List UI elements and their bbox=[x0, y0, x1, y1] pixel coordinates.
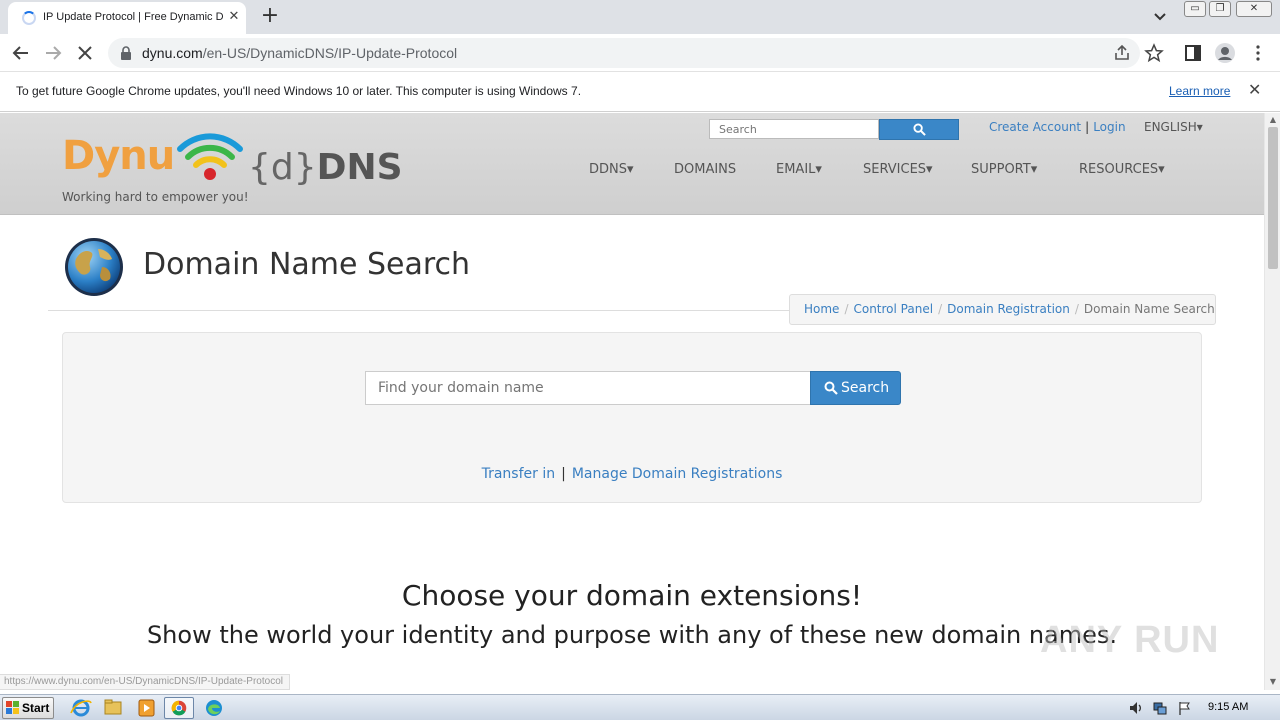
create-account-link[interactable]: Create Account bbox=[989, 120, 1081, 134]
address-bar[interactable]: dynu.com/en-US/DynamicDNS/IP-Update-Prot… bbox=[108, 38, 1140, 68]
globe-icon bbox=[65, 238, 123, 296]
browser-tab-strip: IP Update Protocol | Free Dynamic D ✕ + … bbox=[0, 0, 1280, 34]
domain-search-panel: Search Transfer in | Manage Domain Registr… bbox=[62, 332, 1202, 503]
logo-wordmark[interactable]: Dynu bbox=[62, 133, 175, 179]
windows-taskbar: Start 9:15 AM bbox=[0, 694, 1280, 720]
anyrun-watermark: ANY RUN bbox=[1040, 607, 1240, 667]
tagline: Working hard to empower you! bbox=[62, 190, 249, 204]
edge-icon[interactable] bbox=[199, 697, 229, 719]
scroll-down-arrow-icon[interactable]: ▼ bbox=[1268, 677, 1278, 687]
file-explorer-icon[interactable] bbox=[98, 697, 128, 719]
nav-services[interactable]: SERVICES▾ bbox=[863, 162, 933, 177]
account-links-separator: | bbox=[1085, 120, 1090, 134]
page-scrollbar[interactable]: ▲ ▼ bbox=[1264, 113, 1280, 690]
language-dropdown[interactable]: ENGLISH▾ bbox=[1144, 120, 1203, 134]
search-icon bbox=[824, 381, 838, 395]
breadcrumb-current: Domain Name Search bbox=[1083, 302, 1215, 316]
chrome-menu-icon[interactable] bbox=[1247, 42, 1269, 64]
window-minimize-button[interactable]: ▭ bbox=[1184, 1, 1206, 17]
volume-icon[interactable] bbox=[1128, 700, 1144, 716]
watermark-text: ANY RUN bbox=[1040, 619, 1220, 661]
tab-search-chevron-icon[interactable] bbox=[1150, 6, 1170, 26]
action-center-flag-icon[interactable] bbox=[1176, 700, 1192, 716]
system-tray: 9:15 AM bbox=[1124, 697, 1278, 719]
nav-resources[interactable]: RESOURCES▾ bbox=[1079, 162, 1165, 177]
windows-flag-icon bbox=[6, 701, 19, 714]
search-icon bbox=[913, 123, 926, 136]
browser-tab[interactable]: IP Update Protocol | Free Dynamic D ✕ bbox=[8, 2, 246, 34]
scroll-up-arrow-icon[interactable]: ▲ bbox=[1268, 115, 1278, 125]
breadcrumb-home[interactable]: Home bbox=[804, 302, 839, 316]
manage-domain-registrations-link[interactable]: Manage Domain Registrations bbox=[572, 466, 783, 482]
breadcrumb-domain-registration[interactable]: Domain Registration bbox=[947, 302, 1070, 316]
breadcrumb-separator: / bbox=[938, 302, 943, 316]
internet-explorer-icon[interactable] bbox=[66, 697, 96, 719]
status-bubble-url: https://www.dynu.com/en-US/DynamicDNS/IP… bbox=[0, 674, 290, 690]
forward-arrow-icon[interactable] bbox=[42, 42, 64, 64]
account-links: Create Account | Login bbox=[989, 120, 1126, 134]
infobar-close-button[interactable]: ✕ bbox=[1248, 82, 1264, 98]
scrollbar-thumb[interactable] bbox=[1268, 127, 1278, 269]
window-restore-button[interactable]: ❐ bbox=[1209, 1, 1231, 17]
start-label: Start bbox=[22, 701, 50, 715]
breadcrumb: Home / Control Panel / Domain Registration / D… bbox=[789, 294, 1216, 325]
back-arrow-icon[interactable] bbox=[10, 42, 32, 64]
logo-ddns-braces: {d} bbox=[248, 147, 317, 188]
loading-spinner-icon bbox=[22, 11, 36, 25]
transfer-in-link[interactable]: Transfer in bbox=[482, 466, 556, 482]
breadcrumb-control-panel[interactable]: Control Panel bbox=[853, 302, 933, 316]
page-viewport: Dynu {d}DNS Working hard to empower you!… bbox=[0, 113, 1264, 690]
domain-search-button[interactable]: Search bbox=[810, 371, 901, 405]
domain-panel-links: Transfer in | Manage Domain Registrations bbox=[63, 466, 1201, 482]
infobar-message: To get future Google Chrome updates, you… bbox=[16, 84, 582, 98]
panel-links-separator: | bbox=[561, 466, 566, 482]
update-infobar: To get future Google Chrome updates, you… bbox=[0, 72, 1280, 112]
bookmark-star-icon[interactable] bbox=[1143, 42, 1165, 64]
tab-close-button[interactable]: ✕ bbox=[226, 8, 242, 26]
logo-ddns-word: DNS bbox=[316, 147, 403, 188]
tab-title: IP Update Protocol | Free Dynamic D bbox=[43, 11, 223, 23]
window-close-button[interactable]: ✕ bbox=[1236, 1, 1272, 17]
header-search-input[interactable] bbox=[709, 119, 879, 139]
domain-search-button-label: Search bbox=[841, 380, 890, 396]
breadcrumb-separator: / bbox=[844, 302, 849, 316]
side-panel-icon[interactable] bbox=[1182, 42, 1204, 64]
profile-avatar-icon[interactable] bbox=[1214, 42, 1236, 64]
nav-email[interactable]: EMAIL▾ bbox=[776, 162, 822, 177]
login-link[interactable]: Login bbox=[1093, 120, 1125, 134]
lock-icon[interactable] bbox=[120, 46, 132, 60]
site-header: Dynu {d}DNS Working hard to empower you!… bbox=[0, 113, 1264, 215]
url-text[interactable]: dynu.com/en-US/DynamicDNS/IP-Update-Prot… bbox=[142, 45, 457, 61]
url-path: /en-US/DynamicDNS/IP-Update-Protocol bbox=[202, 45, 458, 61]
url-host: dynu.com bbox=[142, 45, 203, 61]
media-player-icon[interactable] bbox=[131, 697, 161, 719]
logo-ddns-text: {d}DNS bbox=[248, 147, 403, 188]
share-icon[interactable] bbox=[1111, 42, 1133, 64]
domain-search-input[interactable] bbox=[365, 371, 811, 405]
wifi-logo-icon[interactable] bbox=[176, 127, 244, 185]
nav-support[interactable]: SUPPORT▾ bbox=[971, 162, 1037, 177]
nav-ddns[interactable]: DDNS▾ bbox=[589, 162, 634, 177]
breadcrumb-separator: / bbox=[1074, 302, 1079, 316]
chrome-icon[interactable] bbox=[164, 697, 194, 719]
header-search-button[interactable] bbox=[879, 119, 959, 140]
stop-loading-icon[interactable] bbox=[74, 42, 96, 64]
network-icon[interactable] bbox=[1152, 700, 1168, 716]
learn-more-link[interactable]: Learn more bbox=[1169, 84, 1230, 98]
taskbar-clock[interactable]: 9:15 AM bbox=[1208, 701, 1248, 713]
page-title: Domain Name Search bbox=[143, 247, 471, 282]
browser-toolbar: dynu.com/en-US/DynamicDNS/IP-Update-Prot… bbox=[0, 34, 1280, 72]
start-button[interactable]: Start bbox=[2, 697, 54, 719]
new-tab-button[interactable]: + bbox=[258, 4, 282, 28]
nav-domains[interactable]: DOMAINS bbox=[674, 162, 736, 177]
